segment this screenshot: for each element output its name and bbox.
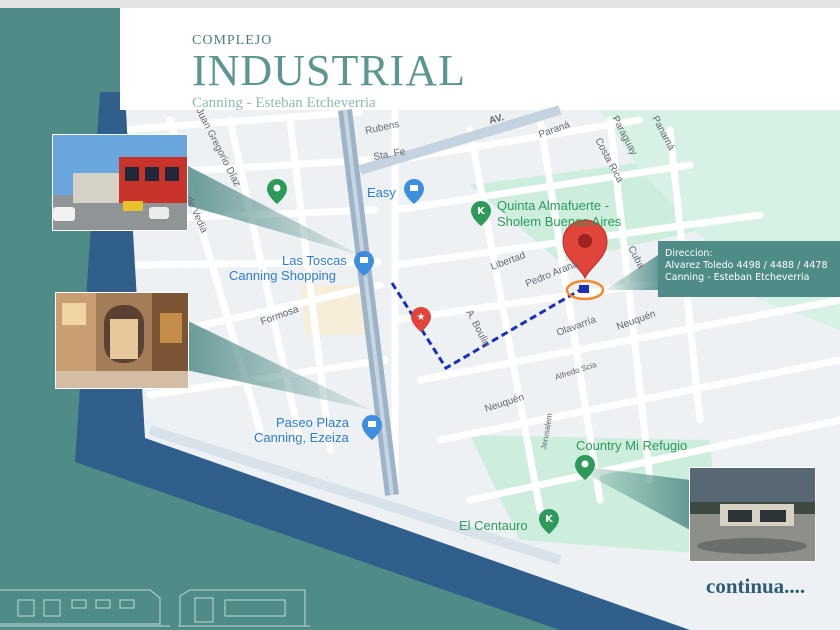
address-label: Direccion: — [665, 248, 713, 259]
place-label: Quinta Almafuerte - — [497, 198, 609, 213]
continue-link[interactable]: continua.... — [706, 574, 805, 599]
building-outline-illustration — [0, 589, 310, 627]
svg-text:K: K — [545, 514, 554, 525]
place-label: Country Mi Refugio — [576, 438, 687, 453]
building-marker-icon — [579, 285, 589, 293]
place-label: Canning Shopping — [229, 268, 336, 283]
address-locality: Canning - Esteban Etcheverria — [665, 272, 810, 283]
page-title: INDUSTRIAL — [192, 46, 466, 95]
page-subtitle: Canning - Esteban Etcheverria — [192, 95, 376, 111]
svg-text:K: K — [477, 206, 486, 217]
title-block: COMPLEJO INDUSTRIAL Canning - Esteban Et… — [192, 33, 466, 112]
place-label: Paseo Plaza — [276, 415, 350, 430]
photo-shopping-exterior — [52, 134, 188, 231]
svg-text:★: ★ — [417, 312, 426, 323]
place-label: Easy — [367, 185, 396, 200]
place-label: Sholem Buenos Aires — [497, 214, 622, 229]
place-label: Canning, Ezeiza — [254, 430, 349, 445]
photo-country-clubhouse — [689, 467, 816, 562]
place-label: Las Toscas — [282, 253, 347, 268]
photo-paseo-plaza — [55, 292, 189, 389]
address-value: Alvarez Toledo 4498 / 4488 / 4478 — [665, 260, 828, 271]
place-label: El Centauro — [459, 518, 528, 533]
address-box: Direccion: Alvarez Toledo 4498 / 4488 / … — [658, 241, 840, 297]
